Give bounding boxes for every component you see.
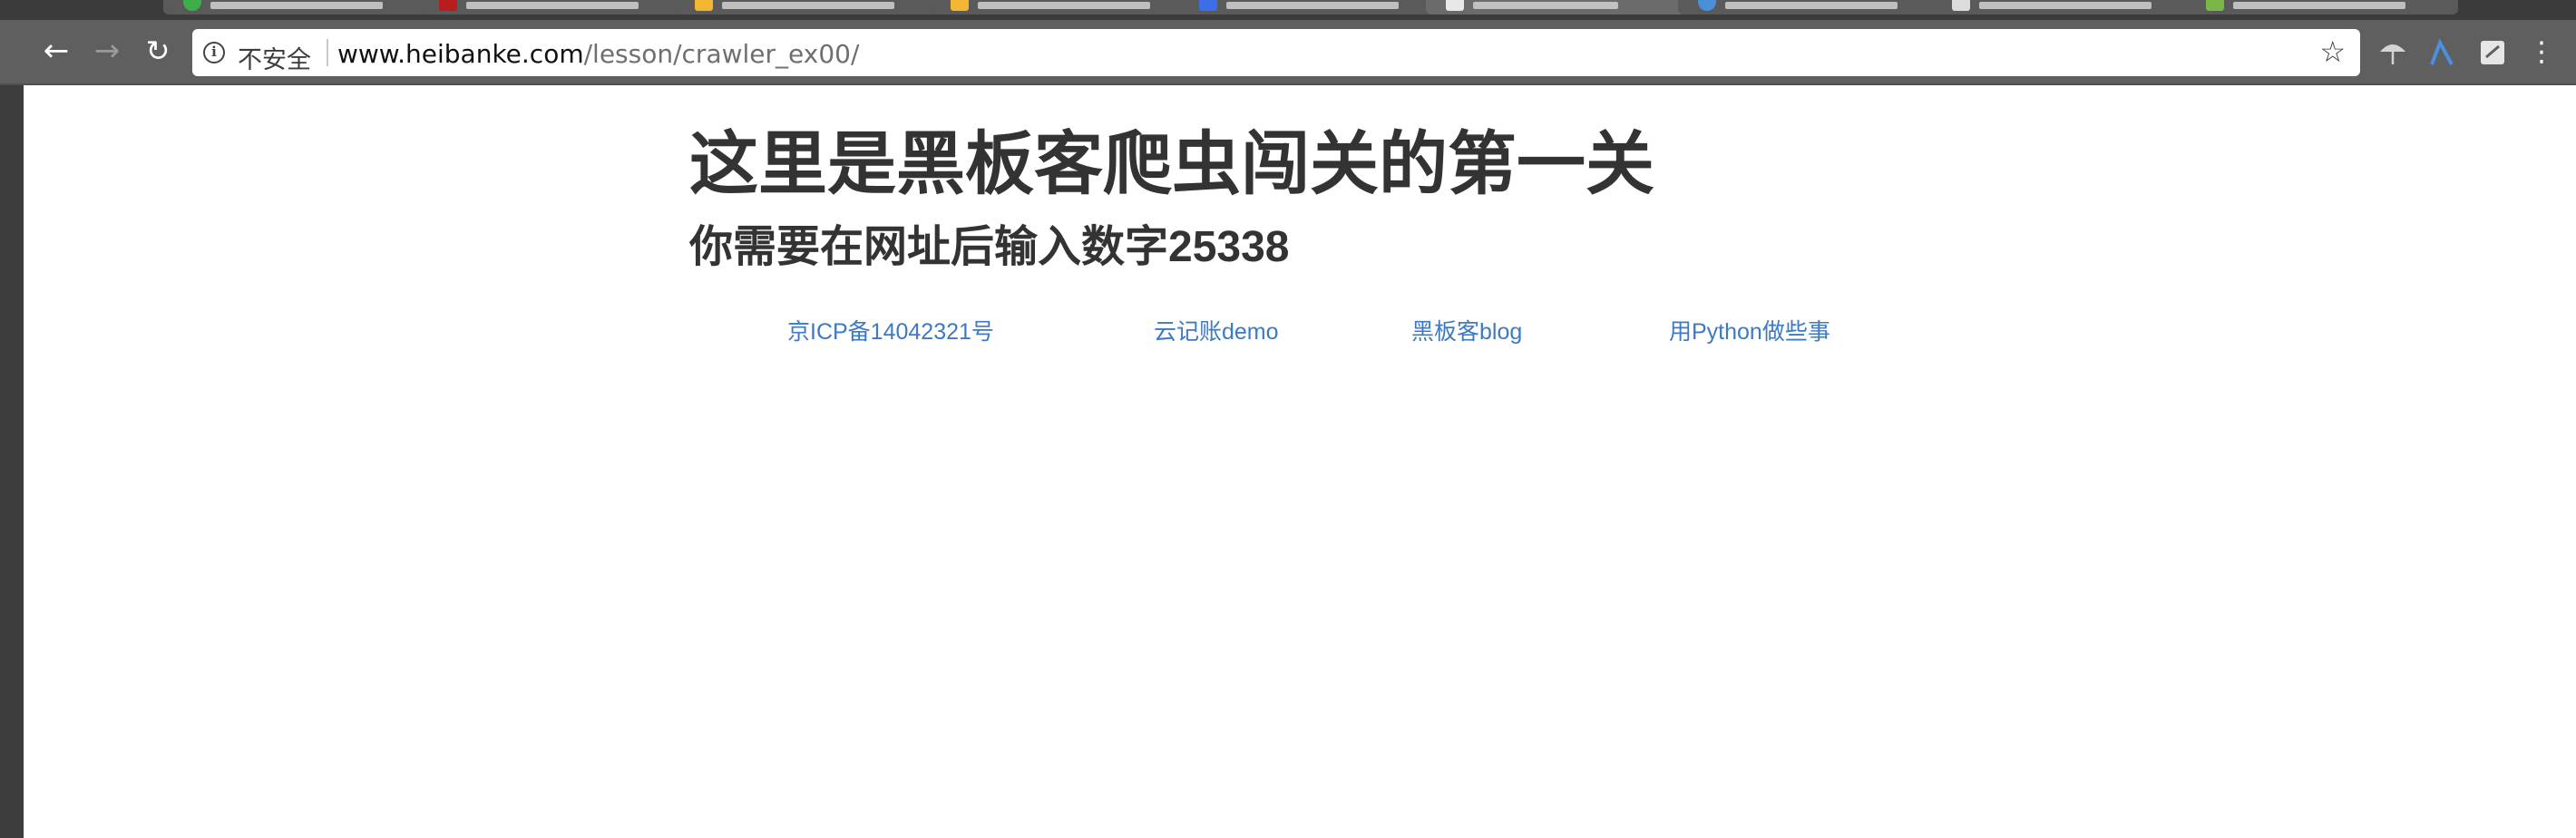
instruction-text: 你需要在网址后输入数字25338	[689, 223, 1290, 271]
browser-tab-active[interactable]	[1426, 0, 1689, 15]
tab-favicon-icon	[439, 0, 457, 11]
footer-link-python[interactable]: 用Python做些事	[1669, 314, 1830, 346]
tab-title	[210, 2, 383, 9]
browser-tab[interactable]	[2186, 0, 2458, 15]
url-path: /lesson/crawler_ex00/	[583, 39, 860, 69]
lambda-icon	[2430, 38, 2454, 65]
kebab-menu-icon: ⋮	[2528, 36, 2555, 68]
forward-button[interactable]: →	[89, 33, 125, 69]
address-separator	[327, 39, 328, 66]
arrow-left-icon: ←	[43, 33, 70, 69]
browser-tab[interactable]	[1932, 0, 2195, 15]
window-left-edge	[0, 0, 24, 838]
back-button[interactable]: ←	[38, 33, 74, 69]
footer-link-icp[interactable]: 京ICP备14042321号	[787, 314, 994, 346]
umbrella-icon	[2380, 44, 2405, 64]
content-container: 这里是黑板客爬虫闯关的第一关 你需要在网址后输入数字25338	[689, 118, 1905, 279]
tab-title	[722, 2, 894, 9]
tab-favicon-icon	[951, 0, 969, 11]
tab-favicon-icon	[1199, 0, 1217, 11]
arrow-right-icon: →	[93, 33, 121, 69]
browser-toolbar: ← → ↻ i 不安全 www.heibanke.com/lesson/craw…	[0, 20, 2576, 85]
page-viewport: 这里是黑板客爬虫闯关的第一关 你需要在网址后输入数字25338 京ICP备140…	[24, 85, 2576, 838]
star-icon[interactable]: ☆	[2319, 34, 2346, 69]
tab-favicon-icon	[1698, 0, 1716, 11]
security-label[interactable]: 不安全	[238, 40, 311, 75]
note-icon	[2481, 41, 2504, 64]
browser-tab[interactable]	[675, 0, 938, 15]
tab-favicon-icon	[2206, 0, 2224, 11]
tab-favicon-icon	[695, 0, 713, 11]
tab-favicon-icon	[1446, 0, 1464, 11]
footer-links: 京ICP备14042321号 云记账demo 黑板客blog 用Python做些…	[689, 314, 1905, 350]
browser-tab[interactable]	[1179, 0, 1442, 15]
footer-link-accounting-demo[interactable]: 云记账demo	[1154, 314, 1279, 346]
tab-favicon-icon	[1952, 0, 1970, 11]
extension-lambda-button[interactable]	[2424, 34, 2460, 71]
tab-title	[1226, 2, 1399, 9]
browser-tab[interactable]	[931, 0, 1194, 15]
tab-title	[2233, 2, 2405, 9]
tab-title	[1725, 2, 1898, 9]
tab-title	[1473, 2, 1618, 9]
browser-tab[interactable]	[163, 0, 426, 15]
address-bar[interactable]: i 不安全 www.heibanke.com/lesson/crawler_ex…	[192, 29, 2360, 76]
browser-tab[interactable]	[1678, 0, 1941, 15]
reload-icon: ↻	[145, 34, 171, 68]
tab-strip	[0, 0, 2576, 20]
tab-title	[1979, 2, 2152, 9]
tab-title	[466, 2, 639, 9]
tab-title	[978, 2, 1150, 9]
footer-link-blog[interactable]: 黑板客blog	[1411, 314, 1522, 346]
page-heading: 这里是黑板客爬虫闯关的第一关	[689, 126, 1654, 203]
tab-favicon-icon	[183, 0, 201, 11]
extension-umbrella-button[interactable]	[2375, 34, 2411, 71]
extension-note-button[interactable]	[2474, 34, 2511, 71]
url-text[interactable]: www.heibanke.com/lesson/crawler_ex00/	[337, 39, 859, 69]
info-icon[interactable]: i	[203, 42, 225, 63]
url-host: www.heibanke.com	[337, 39, 584, 69]
reload-button[interactable]: ↻	[140, 33, 176, 69]
browser-tab[interactable]	[419, 0, 682, 15]
browser-menu-button[interactable]: ⋮	[2523, 34, 2560, 71]
